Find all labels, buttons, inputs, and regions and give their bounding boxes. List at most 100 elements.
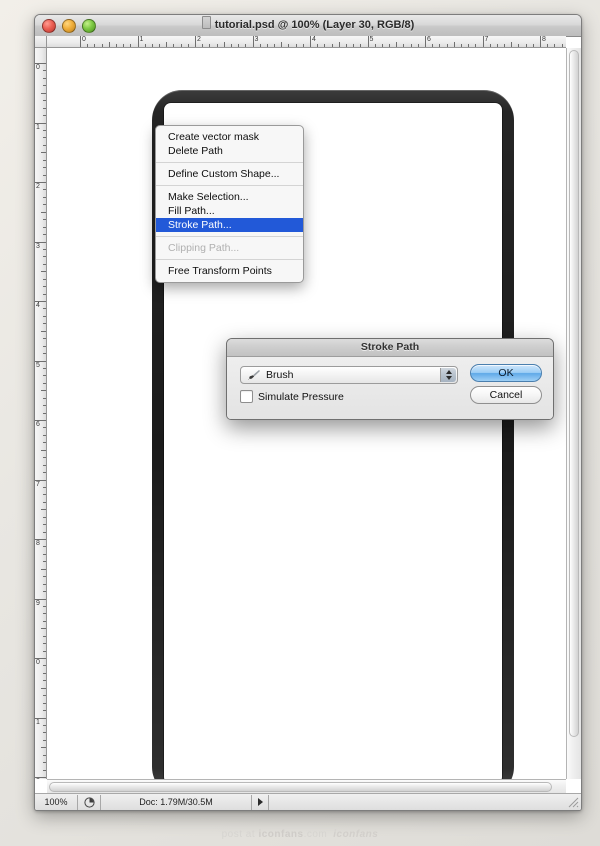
ruler-minor-tick [43, 338, 46, 340]
ruler-tick [367, 36, 369, 47]
ruler-minor-tick [245, 44, 247, 47]
ruler-minor-tick [43, 643, 46, 645]
menu-item[interactable]: Fill Path... [156, 204, 303, 218]
ruler-minor-tick [259, 44, 261, 47]
ok-button[interactable]: OK [470, 364, 542, 382]
simulate-pressure-row[interactable]: Simulate Pressure [240, 390, 344, 403]
stepper-arrows[interactable] [440, 368, 456, 382]
ruler-minor-tick [439, 44, 441, 47]
ruler-minor-tick [41, 330, 46, 332]
ruler-minor-tick [561, 44, 563, 47]
ruler-minor-tick [403, 44, 405, 47]
ruler-minor-tick [43, 710, 46, 712]
ruler-minor-tick [43, 732, 46, 734]
ruler-minor-tick [43, 115, 46, 117]
ruler-minor-tick [389, 44, 391, 47]
dialog-title: Stroke Path [227, 339, 553, 357]
simulate-pressure-checkbox[interactable] [240, 390, 253, 403]
vertical-ruler[interactable]: 01234567890123 [35, 48, 47, 779]
menu-item[interactable]: Stroke Path... [156, 218, 303, 232]
horizontal-scrollbar-thumb[interactable] [49, 782, 553, 792]
ruler-minor-tick [94, 44, 96, 47]
ruler-minor-tick [43, 367, 46, 369]
ruler-minor-tick [43, 635, 46, 637]
vertical-scrollbar-thumb[interactable] [569, 50, 579, 738]
proxy-preview-icon[interactable] [78, 794, 101, 810]
ruler-minor-tick [274, 44, 276, 47]
ruler-minor-tick [43, 516, 46, 518]
ruler-minor-tick [216, 44, 218, 47]
dialog-body: Brush Simulate Pressure OK Cancel [227, 357, 553, 419]
stroke-path-dialog[interactable]: Stroke Path Brush Simulate Pressure OK C… [226, 338, 554, 420]
ruler-minor-tick [525, 44, 527, 47]
menu-item[interactable]: Create vector mask [156, 130, 303, 144]
ruler-minor-tick [43, 724, 46, 726]
ruler-minor-tick [43, 494, 46, 496]
ruler-tick [80, 36, 81, 47]
ruler-minor-tick [43, 762, 46, 764]
status-bar-filler [269, 795, 566, 810]
ruler-minor-tick [295, 44, 297, 47]
ruler-minor-tick [43, 702, 46, 704]
path-context-menu[interactable]: Create vector mask Delete Path Define Cust… [155, 125, 304, 283]
watermark-brand: iconfans [258, 829, 304, 840]
document-proxy-icon[interactable] [201, 16, 211, 29]
ruler-minor-tick [374, 44, 376, 47]
ruler-minor-tick [446, 44, 448, 47]
window-titlebar[interactable]: tutorial.psd @ 100% (Layer 30, RGB/8) [35, 15, 581, 37]
ruler-minor-tick [43, 353, 46, 355]
ruler-minor-tick [511, 42, 513, 47]
menu-separator [156, 185, 303, 186]
ruler-minor-tick [43, 323, 46, 325]
menu-item[interactable]: Make Selection... [156, 190, 303, 204]
simulate-pressure-label: Simulate Pressure [258, 390, 344, 403]
ruler-minor-tick [43, 226, 46, 228]
ruler-minor-tick [43, 144, 46, 146]
ruler-minor-tick [43, 137, 46, 139]
ruler-minor-tick [41, 687, 46, 689]
ruler-minor-tick [43, 457, 46, 459]
ruler-minor-tick [41, 152, 46, 154]
ruler-minor-tick [41, 449, 46, 451]
ruler-minor-tick [381, 44, 383, 47]
ruler-minor-tick [43, 605, 46, 607]
ruler-minor-tick [43, 77, 46, 79]
zoom-level-field[interactable]: 100% [35, 794, 78, 810]
ruler-minor-tick [43, 620, 46, 622]
canvas-area[interactable]: Create vector mask Delete Path Define Cust… [47, 48, 566, 779]
ruler-minor-tick [43, 583, 46, 585]
menu-item[interactable]: Define Custom Shape... [156, 167, 303, 181]
status-bar: 100% Doc: 1.79M/30.5M [35, 793, 581, 810]
ruler-tick [137, 36, 139, 47]
menu-separator [156, 162, 303, 163]
ruler-minor-tick [41, 390, 46, 392]
ruler-minor-tick [43, 591, 46, 593]
status-menu-arrow[interactable] [252, 794, 269, 810]
ruler-minor-tick [345, 44, 347, 47]
menu-separator [156, 236, 303, 237]
ruler-minor-tick [238, 44, 240, 47]
ruler-minor-tick [123, 44, 125, 47]
menu-item[interactable]: Free Transform Points [156, 264, 303, 278]
ruler-tick [425, 36, 426, 47]
chevron-up-icon[interactable] [445, 370, 452, 374]
ruler-minor-tick [489, 44, 491, 47]
ruler-minor-tick [130, 44, 132, 47]
horizontal-ruler[interactable]: 0123456789 [47, 36, 566, 48]
ruler-minor-tick [43, 739, 46, 741]
watermark-prefix: post at [221, 829, 259, 840]
ruler-minor-tick [87, 44, 89, 47]
ruler-minor-tick [209, 44, 211, 47]
ruler-minor-tick [108, 42, 110, 47]
horizontal-scrollbar[interactable] [47, 779, 566, 794]
menu-item[interactable]: Delete Path [156, 144, 303, 158]
ruler-minor-tick [43, 107, 46, 109]
tool-select-dropdown[interactable]: Brush [240, 366, 458, 384]
cancel-button[interactable]: Cancel [470, 386, 542, 404]
ruler-corner[interactable] [35, 36, 47, 48]
ruler-minor-tick [43, 196, 46, 198]
resize-grip[interactable] [566, 795, 581, 810]
vertical-scrollbar[interactable] [566, 48, 581, 779]
chevron-down-icon[interactable] [445, 376, 452, 380]
ruler-minor-tick [43, 472, 46, 474]
